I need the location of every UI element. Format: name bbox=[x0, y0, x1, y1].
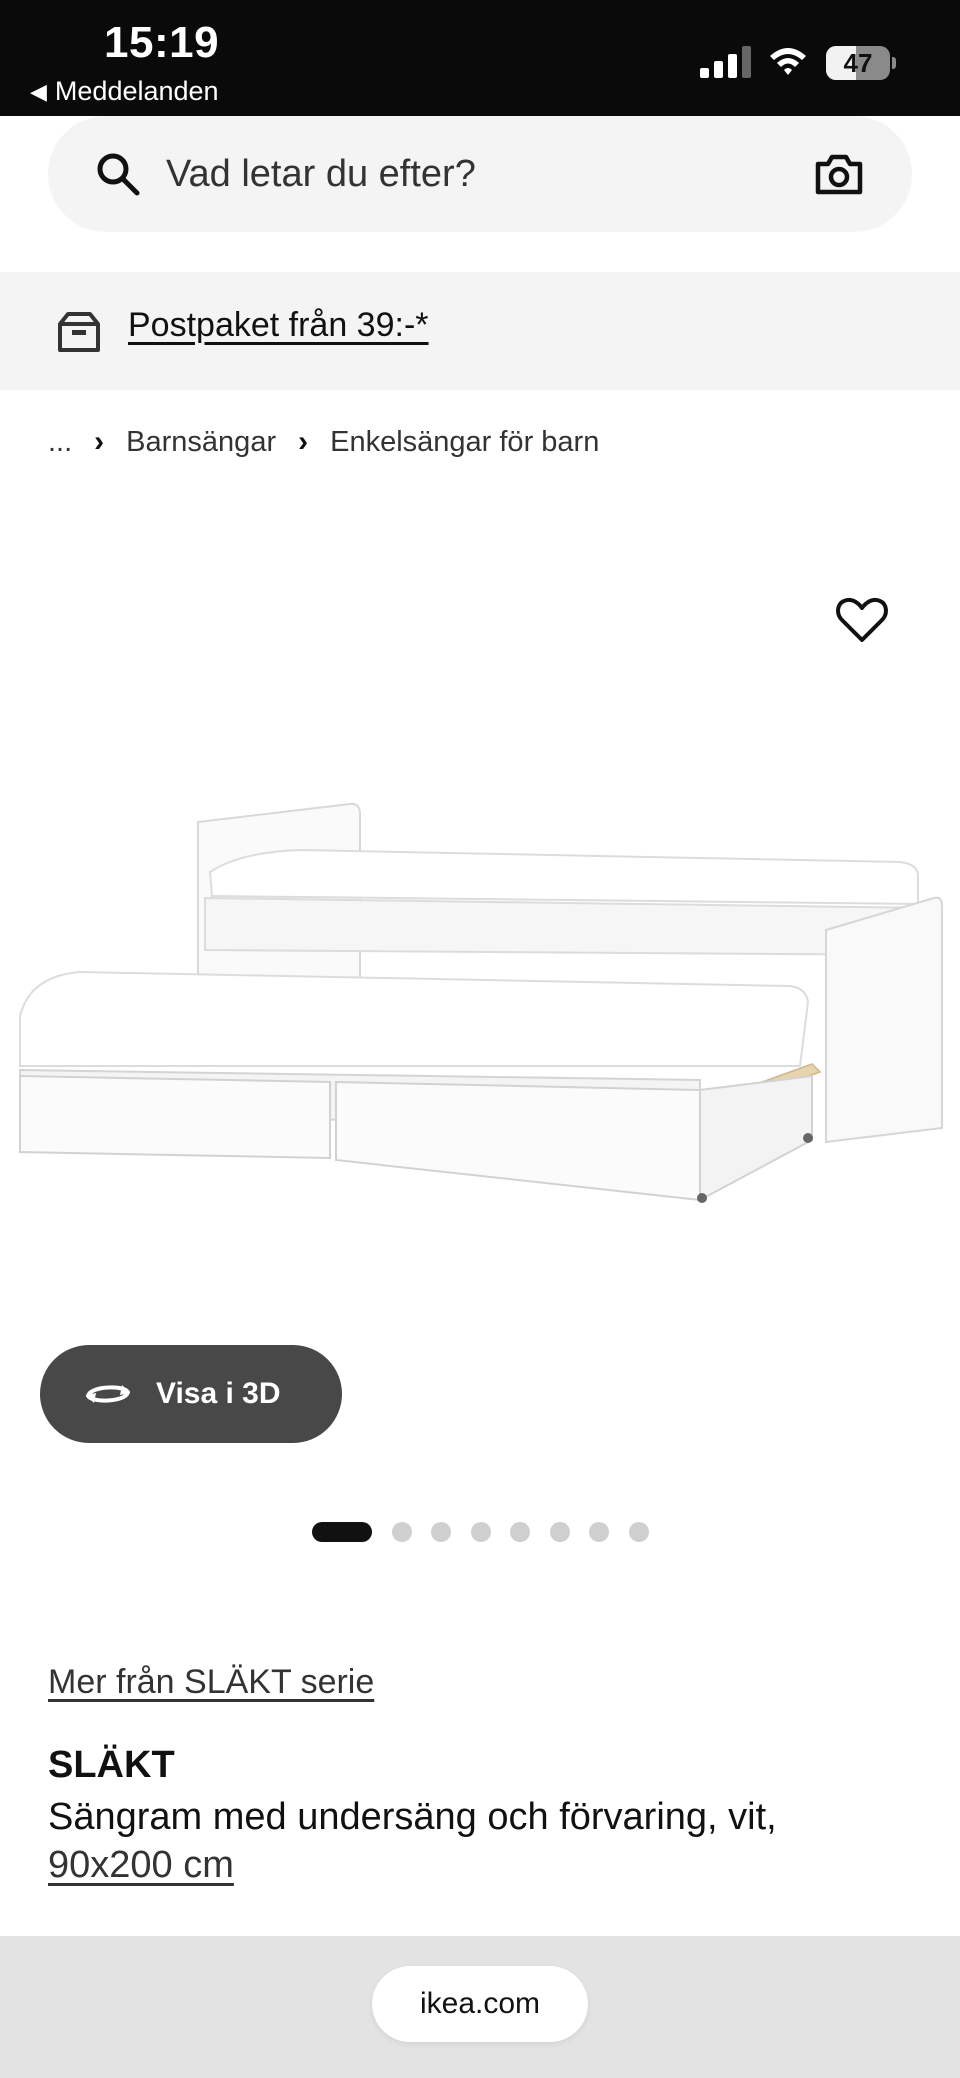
carousel-dots bbox=[312, 1521, 668, 1543]
product-description: Sängram med undersäng och förvaring, vit… bbox=[48, 1796, 777, 1838]
back-app-label: Meddelanden bbox=[54, 76, 219, 106]
search-bar[interactable] bbox=[48, 116, 912, 232]
package-icon bbox=[58, 312, 100, 352]
chevron-right-icon: › bbox=[298, 425, 309, 458]
carousel-dot[interactable] bbox=[628, 1522, 649, 1542]
product-size-link[interactable]: 90x200 cm bbox=[48, 1840, 234, 1890]
cellular-signal-icon bbox=[700, 46, 751, 78]
breadcrumb-item-enkelsangar[interactable]: Enkelsängar för barn bbox=[330, 426, 599, 459]
battery-level: 47 bbox=[843, 48, 873, 78]
shipping-promo-link[interactable]: Postpaket från 39:-* bbox=[128, 306, 429, 345]
battery-indicator: 47 bbox=[826, 46, 896, 80]
heart-icon[interactable] bbox=[834, 592, 890, 648]
rotate-icon bbox=[86, 1385, 130, 1403]
camera-icon[interactable] bbox=[814, 152, 864, 196]
product-image[interactable] bbox=[0, 780, 960, 1220]
carousel-dot[interactable] bbox=[549, 1522, 570, 1542]
carousel-dot[interactable] bbox=[470, 1522, 491, 1542]
search-icon[interactable] bbox=[94, 150, 142, 198]
browser-toolbar: ikea.com bbox=[0, 1936, 960, 2078]
chevron-right-icon: › bbox=[94, 425, 105, 458]
triangle-left-icon: ◀ bbox=[30, 78, 47, 104]
address-bar[interactable]: ikea.com bbox=[372, 1966, 588, 2042]
shipping-promo-banner: Postpaket från 39:-* bbox=[0, 272, 960, 390]
search-input[interactable] bbox=[166, 144, 806, 204]
breadcrumb-item-barnsangar[interactable]: Barnsängar bbox=[126, 426, 276, 459]
product-name: SLÄKT bbox=[48, 1744, 175, 1786]
wifi-icon bbox=[770, 48, 806, 75]
carousel-dot[interactable] bbox=[510, 1522, 530, 1542]
view-3d-button[interactable]: Visa i 3D bbox=[40, 1345, 342, 1443]
status-bar: 15:19 ◀ Meddelanden 47 bbox=[0, 0, 960, 116]
carousel-dot[interactable] bbox=[312, 1522, 372, 1542]
clock: 15:19 bbox=[104, 18, 220, 67]
series-link[interactable]: Mer från SLÄKT serie bbox=[48, 1663, 374, 1702]
back-to-app-link[interactable]: ◀ Meddelanden bbox=[30, 76, 219, 107]
carousel-dot[interactable] bbox=[391, 1522, 412, 1542]
carousel-dot[interactable] bbox=[589, 1522, 609, 1542]
breadcrumb: ... › Barnsängar › Enkelsängar för barn bbox=[48, 422, 599, 462]
carousel-dot[interactable] bbox=[431, 1522, 451, 1542]
breadcrumb-ellipsis[interactable]: ... bbox=[48, 426, 72, 459]
view-3d-label: Visa i 3D bbox=[156, 1377, 281, 1410]
